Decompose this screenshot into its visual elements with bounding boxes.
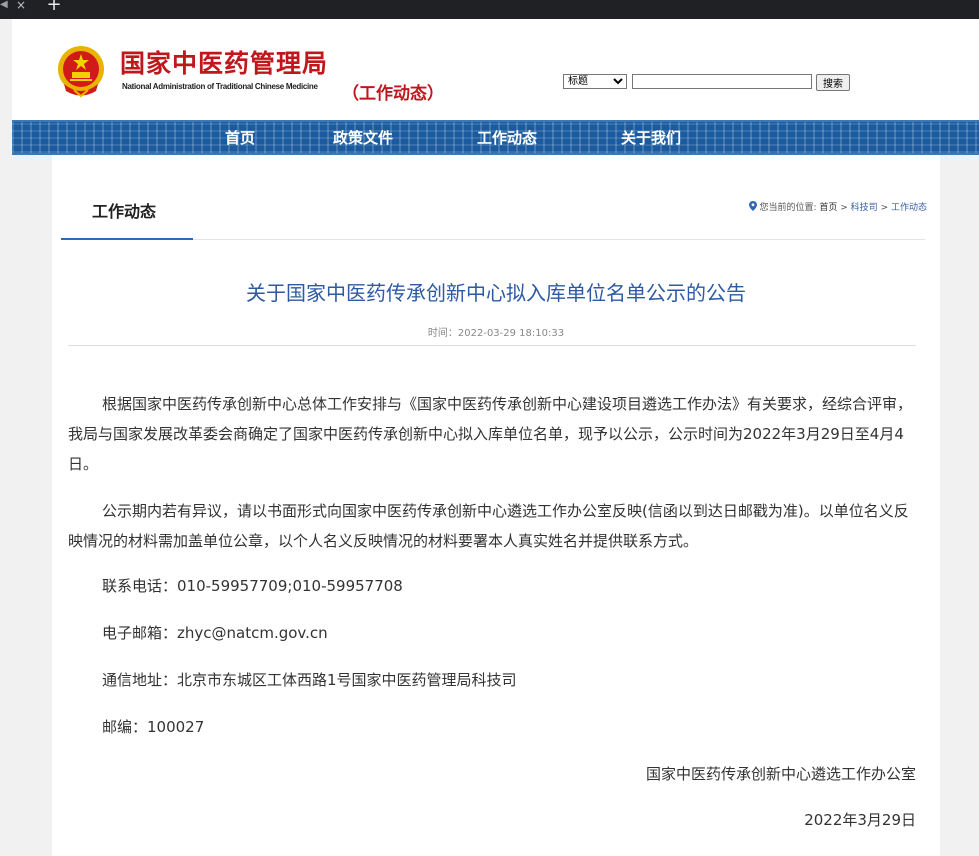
contact-postcode: 邮编：100027 — [102, 718, 205, 736]
search-input[interactable] — [632, 74, 812, 89]
nav-home[interactable]: 首页 — [225, 129, 255, 147]
contact-address: 通信地址：北京市东城区工体西路1号国家中医药管理局科技司 — [102, 671, 517, 689]
national-emblem-icon — [58, 46, 104, 98]
subnav-tab-active[interactable]: 工作动态 — [61, 155, 193, 240]
search-field-select[interactable]: 标题 — [563, 74, 627, 89]
nav-policy-docs[interactable]: 政策文件 — [333, 129, 393, 147]
article-title: 关于国家中医药传承创新中心拟入库单位名单公示的公告 — [246, 281, 746, 305]
contact-phone: 联系电话：010-59957709;010-59957708 — [102, 577, 403, 595]
subnav-divider — [193, 239, 925, 240]
tab-audio-icon: ◀ — [0, 0, 8, 10]
location-pin-icon — [749, 201, 758, 211]
search-button[interactable]: 搜索 — [816, 74, 850, 91]
subnav-tab-label: 工作动态 — [92, 202, 157, 221]
site-header: 国家中医药管理局 National Administration of Trad… — [12, 19, 979, 120]
breadcrumb: 您当前的位置: 首页 > 科技司 > 工作动态 — [749, 201, 927, 214]
new-tab-icon[interactable]: + — [45, 0, 63, 15]
breadcrumb-home[interactable]: 首页 — [819, 203, 837, 213]
article-time: 时间：2022-03-29 18:10:33 — [427, 328, 565, 339]
page: 国家中医药管理局 National Administration of Trad… — [12, 19, 979, 856]
breadcrumb-prefix: 您当前的位置: — [759, 203, 817, 213]
site-logo-english: National Administration of Traditional C… — [122, 82, 318, 91]
content-panel: 工作动态 您当前的位置: 首页 > 科技司 > 工作动态 关于国家中医药传承创新… — [52, 155, 940, 856]
nav-about-us[interactable]: 关于我们 — [621, 129, 681, 147]
main-nav: 首页 政策文件 工作动态 关于我们 — [12, 120, 979, 155]
section-tag: （工作动态） — [342, 84, 444, 104]
breadcrumb-current[interactable]: 工作动态 — [891, 203, 927, 213]
article-date: 2022年3月29日 — [804, 811, 916, 829]
breadcrumb-separator: > — [840, 203, 848, 213]
title-divider — [68, 345, 916, 346]
article-signature: 国家中医药传承创新中心遴选工作办公室 — [645, 765, 916, 783]
breadcrumb-separator: > — [880, 203, 889, 213]
article-paragraph-2: 公示期内若有异议，请以书面形式向国家中医药传承创新中心遴选工作办公室反映(信函以… — [68, 502, 909, 550]
breadcrumb-department[interactable]: 科技司 — [851, 203, 878, 213]
contact-email: 电子邮箱：zhyc@natcm.gov.cn — [102, 624, 328, 642]
article-paragraph-1: 根据国家中医药传承创新中心总体工作安排与《国家中医药传承创新中心建设项目遴选工作… — [68, 395, 913, 473]
nav-work-news[interactable]: 工作动态 — [477, 129, 537, 147]
tab-close-icon[interactable]: × — [14, 0, 28, 14]
site-logo-text[interactable]: 国家中医药管理局 — [120, 50, 328, 78]
browser-tab-strip: ◀ × + — [0, 0, 979, 19]
